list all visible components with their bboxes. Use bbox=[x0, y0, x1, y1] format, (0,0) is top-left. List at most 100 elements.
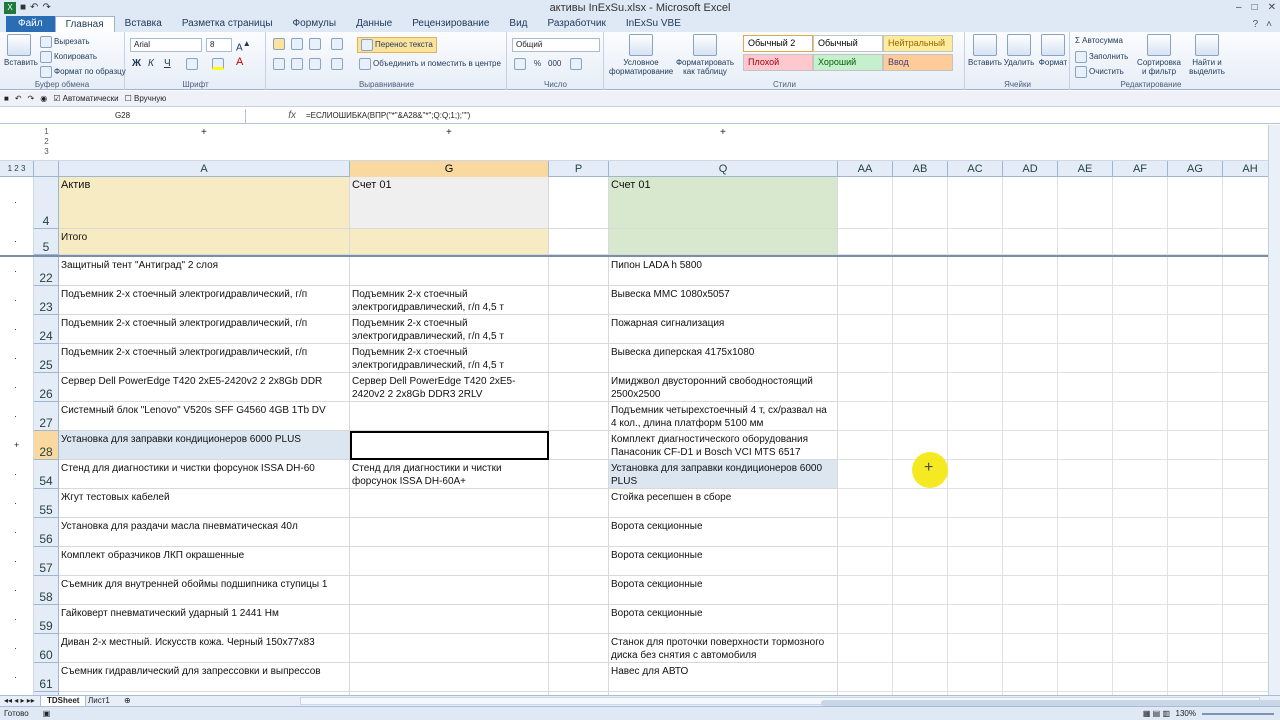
expand-icon[interactable]: + bbox=[446, 127, 452, 138]
empty-cell[interactable] bbox=[1003, 605, 1058, 634]
cell-p4[interactable] bbox=[549, 177, 609, 229]
empty-cell[interactable] bbox=[948, 286, 1003, 315]
empty-cell[interactable] bbox=[1168, 547, 1223, 576]
empty-cell[interactable] bbox=[1113, 576, 1168, 605]
empty-cell[interactable] bbox=[838, 489, 893, 518]
percent-button[interactable]: % bbox=[534, 59, 541, 68]
cell-q58[interactable]: Ворота секционные bbox=[609, 576, 838, 605]
cell-q22[interactable]: Пипон LADA h 5800 bbox=[609, 257, 838, 286]
view-buttons[interactable]: ▦ ▤ ▥ bbox=[1143, 709, 1170, 718]
empty-cell[interactable] bbox=[893, 518, 948, 547]
cell-q56[interactable]: Ворота секционные bbox=[609, 518, 838, 547]
align-middle-button[interactable] bbox=[291, 38, 305, 50]
empty-cell[interactable] bbox=[948, 431, 1003, 460]
thousands-button[interactable]: 000 bbox=[548, 59, 561, 68]
maximize-button[interactable]: □ bbox=[1252, 0, 1258, 16]
sheet-nav-arrows[interactable]: ◂◂ ◂ ▸ ▸▸ bbox=[4, 696, 35, 705]
empty-cell[interactable] bbox=[1113, 257, 1168, 286]
cell-g26[interactable]: Сервер Dell PowerEdge T420 2xE5-2420v2 2… bbox=[350, 373, 549, 402]
empty-cell[interactable] bbox=[1003, 402, 1058, 431]
align-right-button[interactable] bbox=[309, 58, 323, 70]
column-header-p[interactable]: P bbox=[549, 161, 609, 177]
empty-cell[interactable] bbox=[1058, 315, 1113, 344]
calc-icon[interactable]: ◉ bbox=[40, 94, 47, 103]
row-header[interactable]: 59 bbox=[34, 605, 59, 634]
font-size-select[interactable]: 8 bbox=[206, 38, 232, 52]
empty-cell[interactable] bbox=[1003, 177, 1058, 229]
empty-cell[interactable] bbox=[1003, 373, 1058, 402]
empty-cell[interactable] bbox=[893, 315, 948, 344]
cell-a25[interactable]: Подъемник 2-х стоечный электрогидравличе… bbox=[59, 344, 350, 373]
cell-g60[interactable] bbox=[350, 634, 549, 663]
empty-cell[interactable] bbox=[893, 576, 948, 605]
cell-g24[interactable]: Подъемник 2-х стоечный электрогидравличе… bbox=[350, 315, 549, 344]
fill-color-button[interactable] bbox=[212, 58, 226, 70]
empty-cell[interactable] bbox=[1223, 460, 1268, 489]
empty-cell[interactable] bbox=[948, 518, 1003, 547]
empty-cell[interactable] bbox=[838, 373, 893, 402]
cell-q5[interactable] bbox=[609, 229, 838, 255]
cell-style-2[interactable]: Нейтральный bbox=[883, 35, 953, 52]
sort-filter-button[interactable]: Сортировка и фильтр bbox=[1135, 34, 1183, 76]
outline-marker[interactable]: · bbox=[0, 634, 34, 663]
empty-cell[interactable] bbox=[893, 489, 948, 518]
empty-cell[interactable] bbox=[1223, 518, 1268, 547]
empty-cell[interactable] bbox=[838, 257, 893, 286]
formula-input[interactable]: =ЕСЛИОШИБКА(ВПР("*"&A28&"*";Q:Q;1;);"") bbox=[302, 111, 470, 120]
fx-icon[interactable]: fx bbox=[246, 110, 302, 121]
empty-cell[interactable] bbox=[893, 229, 948, 255]
manual-calc-checkbox[interactable]: ☐ Вручную bbox=[125, 94, 167, 103]
empty-cell[interactable] bbox=[1168, 373, 1223, 402]
empty-cell[interactable] bbox=[1113, 605, 1168, 634]
cell-a24[interactable]: Подъемник 2-х стоечный электрогидравличе… bbox=[59, 315, 350, 344]
cell-g28[interactable] bbox=[350, 431, 549, 460]
empty-cell[interactable] bbox=[893, 257, 948, 286]
outline-marker[interactable]: · bbox=[0, 460, 34, 489]
column-header-ac[interactable]: AC bbox=[948, 161, 1003, 177]
empty-cell[interactable] bbox=[1003, 576, 1058, 605]
cell-p23[interactable] bbox=[549, 286, 609, 315]
help-icon[interactable]: ? bbox=[1253, 19, 1259, 30]
tab-1[interactable]: Главная bbox=[54, 15, 115, 33]
outline-marker[interactable]: · bbox=[0, 286, 34, 315]
outline-marker[interactable]: · bbox=[0, 489, 34, 518]
currency-button[interactable] bbox=[514, 58, 528, 70]
font-name-select[interactable]: Arial bbox=[130, 38, 202, 52]
empty-cell[interactable] bbox=[1003, 257, 1058, 286]
cell-p56[interactable] bbox=[549, 518, 609, 547]
italic-button[interactable]: К bbox=[148, 58, 154, 69]
cell-style-1[interactable]: Обычный bbox=[813, 35, 883, 52]
empty-cell[interactable] bbox=[1058, 518, 1113, 547]
empty-cell[interactable] bbox=[1113, 344, 1168, 373]
empty-cell[interactable] bbox=[948, 402, 1003, 431]
cell-g61[interactable] bbox=[350, 663, 549, 692]
empty-cell[interactable] bbox=[1223, 257, 1268, 286]
copy-button[interactable]: Копировать bbox=[40, 51, 97, 63]
empty-cell[interactable] bbox=[1058, 663, 1113, 692]
empty-cell[interactable] bbox=[838, 402, 893, 431]
empty-cell[interactable] bbox=[1223, 286, 1268, 315]
empty-cell[interactable] bbox=[838, 634, 893, 663]
empty-cell[interactable] bbox=[1058, 344, 1113, 373]
empty-cell[interactable] bbox=[1223, 402, 1268, 431]
outline-marker[interactable]: · bbox=[0, 257, 34, 286]
empty-cell[interactable] bbox=[838, 344, 893, 373]
format-painter-button[interactable]: Формат по образцу bbox=[40, 66, 126, 78]
cell-p5[interactable] bbox=[549, 229, 609, 255]
empty-cell[interactable] bbox=[1113, 489, 1168, 518]
empty-cell[interactable] bbox=[1003, 344, 1058, 373]
empty-cell[interactable] bbox=[1058, 576, 1113, 605]
save-icon[interactable]: ■ bbox=[20, 0, 26, 16]
close-button[interactable]: ✕ bbox=[1268, 0, 1276, 16]
empty-cell[interactable] bbox=[1003, 460, 1058, 489]
tab-3[interactable]: Разметка страницы bbox=[172, 16, 283, 32]
empty-cell[interactable] bbox=[838, 460, 893, 489]
expand-icon[interactable]: + bbox=[720, 127, 726, 138]
empty-cell[interactable] bbox=[1058, 489, 1113, 518]
outline-marker[interactable]: · bbox=[0, 315, 34, 344]
empty-cell[interactable] bbox=[1223, 547, 1268, 576]
row-header[interactable]: 58 bbox=[34, 576, 59, 605]
empty-cell[interactable] bbox=[893, 663, 948, 692]
empty-cell[interactable] bbox=[948, 344, 1003, 373]
cell-a54[interactable]: Стенд для диагностики и чистки форсунок … bbox=[59, 460, 350, 489]
